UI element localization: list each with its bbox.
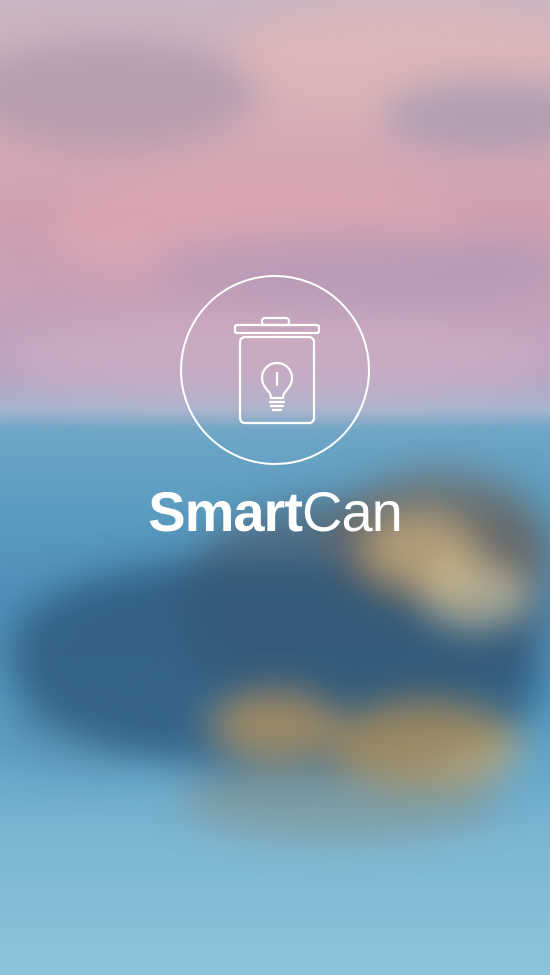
splash-content: SmartCan — [0, 0, 550, 975]
app-name-light: Can — [302, 480, 403, 543]
app-logo — [180, 275, 370, 465]
trash-can-lightbulb-icon — [233, 316, 321, 425]
app-name: SmartCan — [0, 480, 550, 544]
app-name-bold: Smart — [148, 480, 303, 543]
splash-screen: SmartCan — [0, 0, 550, 975]
